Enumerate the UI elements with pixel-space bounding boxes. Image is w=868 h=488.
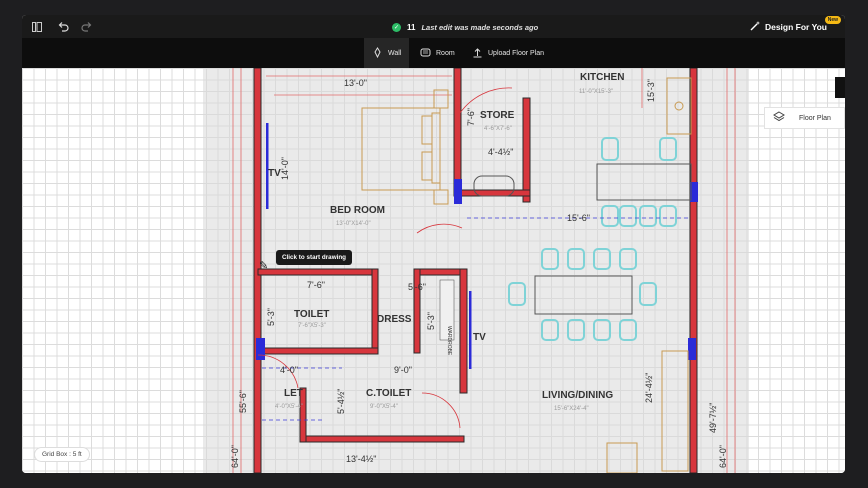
dim-ctoilet-90: 9'-0" [394,365,412,375]
undo-icon[interactable] [56,20,70,34]
panel-tab[interactable] [835,77,845,98]
wall-store-bottom [453,189,531,197]
wall-toilet-bottom [257,347,379,355]
label-wardrobe: WARDROBE [446,326,452,356]
label-bedroom: BED ROOM [330,205,385,216]
label-kitchen: KITCHEN [580,72,624,83]
new-badge: New [824,16,841,24]
wall-toilet-right [371,268,379,354]
wall-icon [372,46,383,60]
panel-icon[interactable] [30,20,44,34]
room-icon [420,47,431,60]
label-let: LET [284,388,303,399]
dim-right-4972: 49'-7½" [708,403,718,433]
dim-store-45: 4'-4½" [488,147,513,157]
grid-box-indicator: Grid Box : 5 ft [34,447,90,462]
dim-mid-156: 15'-6" [567,213,590,223]
dim-store-76: 7'-6" [466,108,476,126]
save-status: ✓ 11 Last edit was made seconds ago [392,20,538,34]
dim-toilet-76: 7'-6" [307,280,325,290]
redo-icon[interactable] [80,20,94,34]
dim-right-244: 24'-4½" [644,373,654,403]
tool-room-label: Room [436,49,455,57]
tool-wall-label: Wall [388,49,402,57]
wall-toilet-top [257,268,379,276]
magic-wand-icon [749,20,761,34]
wall-store-right [522,97,531,203]
floor-plan-image: KITCHEN STORE BED ROOM TOILET DRESS C.TO… [203,68,749,473]
dim-let: 4'-0"X5'-4" [275,404,303,410]
drawing-tooltip: Click to start drawing [276,250,353,265]
dim-toilet: 7'-6"X5'-3" [298,323,326,329]
tool-wall[interactable]: Wall [364,38,410,68]
window-4 [688,338,696,360]
label-living: LIVING/DINING [542,390,613,401]
upload-icon [472,47,483,60]
design-for-you-button[interactable]: Design For You [749,20,827,34]
window-1 [454,179,462,204]
pen-cursor-icon: ✎ [259,260,269,272]
tool-upload-floor-plan[interactable]: Upload Floor Plan [472,46,544,60]
label-tv-2: TV [473,332,486,343]
wall-ctoilet-bottom [299,435,465,443]
dim-left-640: 64'-0" [230,445,240,468]
dim-dress-53: 5'-3" [426,312,436,330]
label-toilet: TOILET [294,309,329,320]
status-message: Last edit was made seconds ago [421,22,539,32]
dim-bottom-13: 13'-4½" [346,454,376,464]
dim-right-640: 64'-0" [718,445,728,468]
dim-left-556: 55'-6" [238,390,248,413]
dim-kitchen: 11'-0"X15'-3" [579,89,613,95]
dim-living: 15'-6"X24'-4" [554,406,589,412]
label-store: STORE [480,110,515,121]
dim-let-40: 4'-0" [280,365,298,375]
tv-line-2 [469,291,472,369]
window-3 [256,338,265,360]
dim-kitchen-153: 15'-3" [646,79,656,102]
dim-v-14: 14'-0" [280,157,290,180]
check-icon: ✓ [392,22,401,32]
wall-store-left [453,68,462,197]
layers-icon [773,111,785,125]
top-bar: ✓ 11 Last edit was made seconds ago Desi… [22,15,845,38]
dim-top-13: 13'-0" [344,78,367,88]
tool-upload-label: Upload Floor Plan [488,49,545,57]
wall-dress-right [459,268,468,394]
dim-ctoilet: 9'-0"X5'-4" [370,404,398,410]
label-dress: DRESS [377,314,412,325]
dim-ctoilet-54: 5'-4½" [336,389,346,414]
app-window: ✓ 11 Last edit was made seconds ago Desi… [22,15,845,473]
label-ctoilet: C.TOILET [366,388,411,399]
floor-plan-label: Floor Plan [799,114,831,122]
tool-room[interactable]: Room [420,46,455,60]
dim-toilet-53: 5'-3" [266,308,276,326]
drawing-canvas[interactable]: KITCHEN STORE BED ROOM TOILET DRESS C.TO… [22,68,845,473]
dim-store: 4'-6"X7'-6" [484,126,512,132]
dim-bedroom: 13'-0"X14'-0" [336,221,371,227]
floor-plan-layer-panel[interactable]: Floor Plan [764,107,845,129]
dim-dress-56: 5'-6" [408,282,426,292]
tv-line-1 [266,123,269,209]
edit-count: 11 [407,22,416,32]
design-for-you-label: Design For You [764,22,827,32]
wall-dress-top [413,268,465,276]
